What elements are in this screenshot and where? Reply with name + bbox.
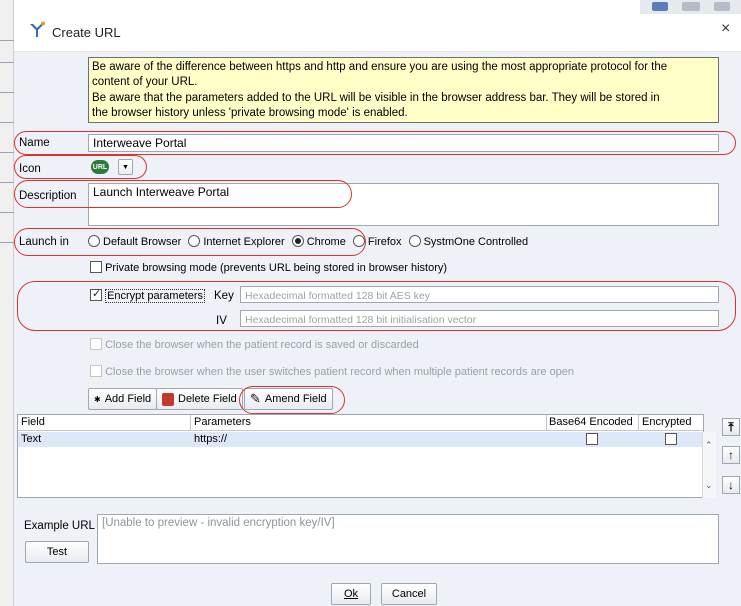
- close-on-save-option: Close the browser when the patient recor…: [90, 338, 419, 351]
- close-on-save-label: Close the browser when the patient recor…: [105, 339, 419, 351]
- example-url-preview: [Unable to preview - invalid encryption …: [97, 514, 719, 564]
- move-up-icon[interactable]: ↑: [722, 446, 740, 464]
- column-divider: [190, 415, 191, 431]
- scroll-up-icon[interactable]: ⌃: [705, 440, 713, 451]
- close-on-switch-option: Close the browser when the user switches…: [90, 365, 574, 378]
- row-encrypted-checkbox[interactable]: [665, 433, 677, 445]
- ok-button[interactable]: Ok: [331, 583, 371, 605]
- warning-line-4: the browser history unless 'private brow…: [92, 107, 408, 120]
- test-button[interactable]: Test: [25, 541, 89, 563]
- column-header-base64[interactable]: Base64 Encoded: [549, 416, 633, 428]
- table-header: Field Parameters Base64 Encoded Encrypte…: [18, 415, 703, 431]
- private-browsing-checkbox[interactable]: [90, 261, 102, 273]
- protocol-warning: Be aware of the difference between https…: [88, 57, 719, 123]
- delete-field-label: Delete Field: [178, 393, 237, 405]
- column-header-encrypted[interactable]: Encrypted: [642, 416, 692, 428]
- delete-field-button[interactable]: Delete Field: [156, 388, 243, 410]
- private-browsing-label: Private browsing mode (prevents URL bein…: [105, 262, 448, 274]
- row-field: Text: [21, 433, 42, 445]
- warning-line-1: Be aware of the difference between https…: [92, 61, 668, 73]
- move-down-icon[interactable]: ↓: [722, 476, 740, 494]
- radio-label: Firefox: [367, 236, 402, 248]
- radio-systmone-controlled[interactable]: [408, 235, 421, 247]
- launch-in-highlight: [14, 228, 366, 256]
- private-browsing-option[interactable]: Private browsing mode (prevents URL bein…: [90, 261, 447, 274]
- table-row[interactable]: Text https://: [18, 432, 703, 447]
- description-highlight: [14, 180, 352, 208]
- column-header-parameters[interactable]: Parameters: [194, 416, 251, 428]
- launch-systmone-controlled[interactable]: SystmOne Controlled: [408, 235, 529, 248]
- dialog-titlebar: [14, 14, 741, 52]
- row-base64-checkbox[interactable]: [586, 433, 598, 445]
- background-toolbar: [640, 0, 741, 14]
- trash-icon: [162, 392, 174, 406]
- row-parameters: https://: [194, 433, 228, 445]
- systmone-logo-icon: [30, 21, 45, 37]
- name-highlight: [14, 131, 736, 155]
- background-app-edge: [0, 0, 14, 606]
- column-header-field[interactable]: Field: [21, 416, 45, 428]
- example-url-label: Example URL: [24, 520, 95, 532]
- close-icon[interactable]: ×: [721, 21, 730, 37]
- column-divider: [638, 415, 639, 431]
- amend-field-highlight: [239, 386, 345, 414]
- add-field-label: Add Field: [104, 393, 152, 405]
- add-icon: ✱: [94, 394, 101, 404]
- close-on-save-checkbox: [90, 338, 102, 350]
- move-to-top-icon[interactable]: ⤒: [722, 418, 740, 436]
- close-on-switch-label: Close the browser when the user switches…: [105, 366, 575, 378]
- column-divider: [546, 415, 547, 431]
- warning-line-2: content of your URL.: [92, 76, 198, 89]
- encryption-highlight: [17, 281, 736, 331]
- radio-label: SystmOne Controlled: [423, 236, 529, 248]
- fields-table: Field Parameters Base64 Encoded Encrypte…: [17, 414, 704, 498]
- scroll-down-icon[interactable]: ⌄: [705, 480, 713, 491]
- icon-highlight: [14, 155, 147, 179]
- cancel-button[interactable]: Cancel: [381, 583, 437, 605]
- warning-line-3: Be aware that the parameters added to th…: [92, 91, 660, 104]
- table-scrollbar[interactable]: ⌃ ⌄: [702, 432, 716, 498]
- dialog-title: Create URL: [52, 25, 121, 40]
- close-on-switch-checkbox: [90, 365, 102, 377]
- add-field-button[interactable]: ✱ Add Field: [88, 388, 158, 410]
